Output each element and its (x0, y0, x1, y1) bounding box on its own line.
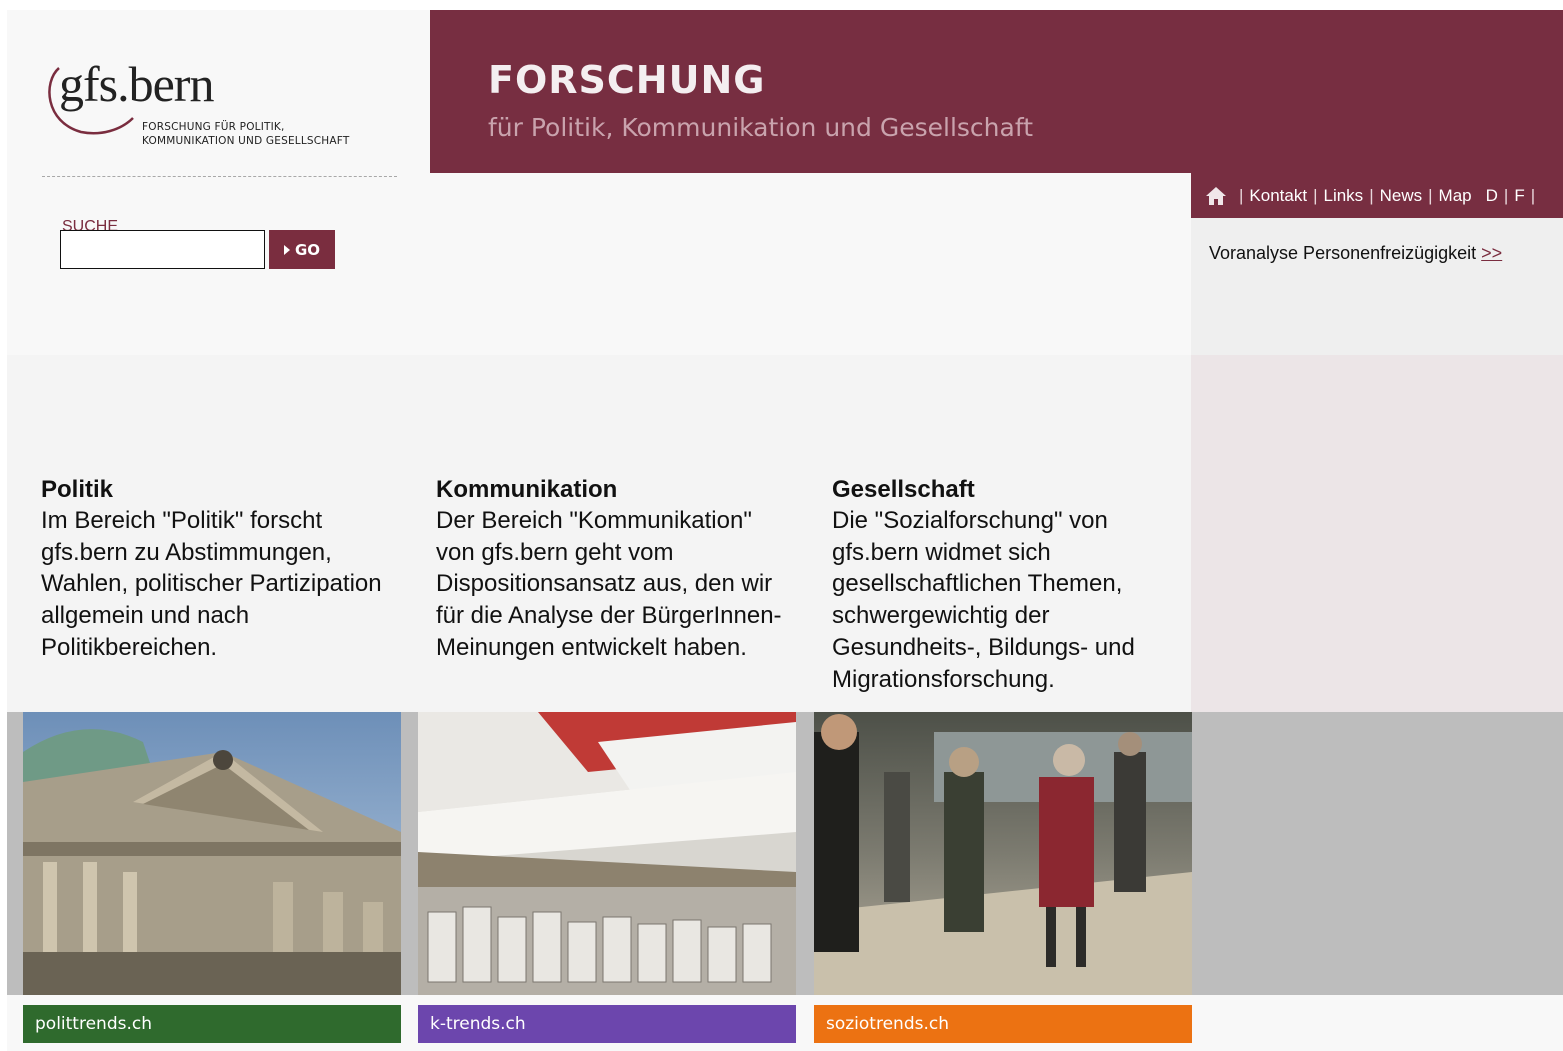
nav-item-kontakt[interactable]: Kontakt (1249, 186, 1307, 206)
nav-item-news[interactable]: News (1380, 186, 1423, 206)
nav-separator: | (1428, 185, 1433, 205)
news-item: Voranalyse Personenfreizügigkeit >> (1209, 243, 1502, 264)
lang-fr-link[interactable]: F (1514, 186, 1524, 206)
k-trends-link[interactable]: k-trends.ch (418, 1005, 796, 1043)
column-kommunikation: Kommunikation Der Bereich "Kommunikation… (436, 475, 796, 664)
column-heading: Politik (41, 476, 114, 503)
nav-separator: | (1239, 185, 1244, 205)
header-title: FORSCHUNG (488, 58, 766, 102)
news-text: Voranalyse Personenfreizügigkeit (1209, 243, 1477, 263)
logo-wordmark: gfs.bern (59, 56, 214, 112)
home-icon[interactable] (1205, 186, 1227, 206)
nav-separator: | (1503, 185, 1509, 205)
header-banner: FORSCHUNG für Politik, Kommunikation und… (430, 10, 1563, 173)
logo-divider (42, 176, 397, 177)
news-more-link[interactable]: >> (1481, 243, 1502, 263)
play-arrow-icon (283, 244, 290, 255)
lang-de-link[interactable]: D (1486, 186, 1498, 206)
search-go-button[interactable]: GO (269, 230, 335, 269)
news-panel: Voranalyse Personenfreizügigkeit >> (1191, 218, 1563, 355)
top-nav: | Kontakt | Links | News | Map D | F | (1191, 173, 1563, 218)
nav-item-links[interactable]: Links (1324, 186, 1364, 206)
parliament-photo[interactable] (23, 712, 401, 995)
go-label: GO (294, 240, 321, 259)
nav-item-map[interactable]: Map (1439, 186, 1472, 206)
column-text: Im Bereich "Politik" forscht gfs.bern zu… (41, 507, 382, 661)
search-input[interactable] (60, 230, 265, 269)
logo[interactable]: gfs.bern FORSCHUNG FÜR POLITIK, KOMMUNIK… (37, 58, 407, 148)
column-gesellschaft: Gesellschaft Die "Sozialforschung" von g… (832, 475, 1192, 695)
right-panel-fill (1191, 355, 1563, 712)
nav-separator: | (1530, 185, 1536, 205)
polittrends-link[interactable]: polittrends.ch (23, 1005, 401, 1043)
nav-separator: | (1313, 185, 1318, 205)
nav-separator: | (1369, 185, 1374, 205)
column-politik: Politik Im Bereich "Politik" forscht gfs… (41, 475, 401, 664)
column-text: Die "Sozialforschung" von gfs.bern widme… (832, 507, 1135, 693)
newspapers-photo[interactable] (418, 712, 796, 995)
street-photo[interactable] (814, 712, 1192, 995)
header-subtitle: für Politik, Kommunikation und Gesellsch… (488, 113, 1033, 142)
logo-tagline: FORSCHUNG FÜR POLITIK, KOMMUNIKATION UND… (142, 121, 350, 147)
page-frame: gfs.bern FORSCHUNG FÜR POLITIK, KOMMUNIK… (7, 10, 1563, 1051)
soziotrends-link[interactable]: soziotrends.ch (814, 1005, 1192, 1043)
column-heading: Gesellschaft (832, 476, 975, 503)
column-heading: Kommunikation (436, 476, 618, 503)
column-text: Der Bereich "Kommunikation" von gfs.bern… (436, 507, 782, 661)
